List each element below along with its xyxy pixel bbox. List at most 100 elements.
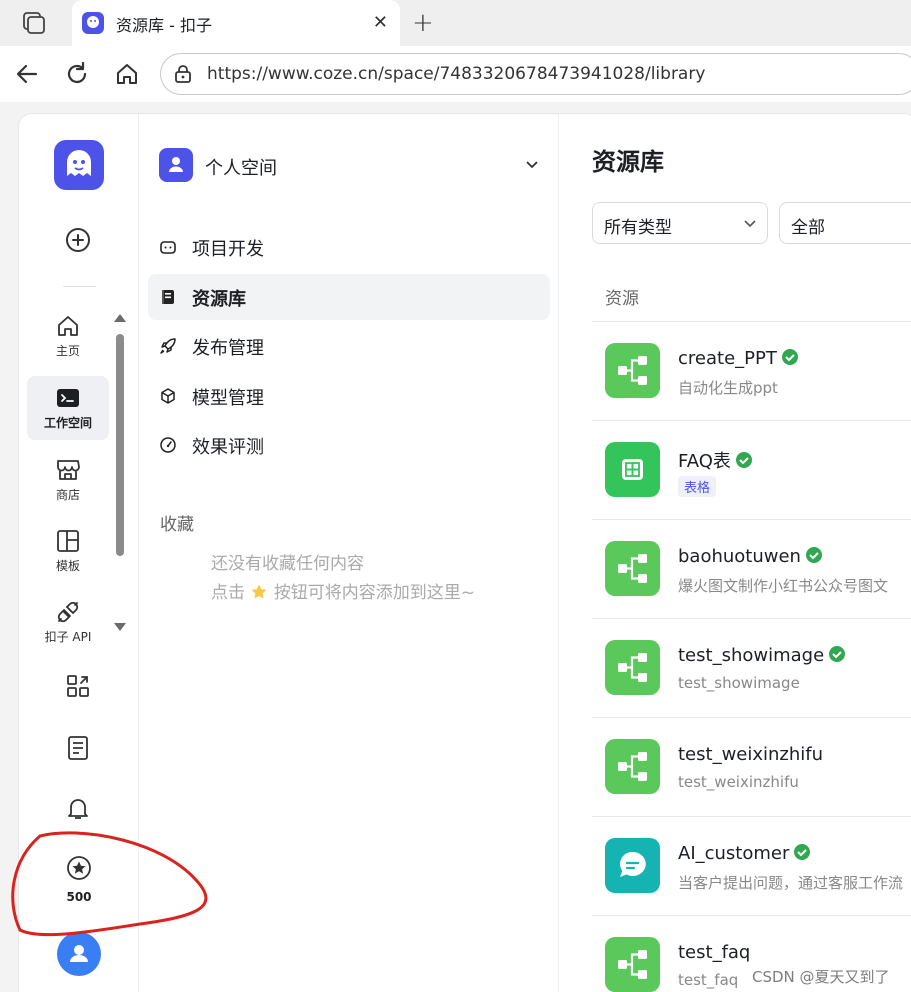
menu-item-publish[interactable]: 发布管理 — [148, 323, 550, 369]
menu-label: 项目开发 — [192, 239, 264, 260]
bell-icon[interactable] — [64, 794, 92, 822]
rail-item-home[interactable]: 主页 — [27, 304, 109, 368]
verified-check-icon — [794, 844, 811, 860]
reload-icon[interactable] — [64, 61, 90, 87]
resource-name: test_weixinzhifu — [678, 744, 823, 765]
resource-row[interactable]: test_weixinzhifu test_weixinzhifu — [592, 718, 911, 817]
back-icon[interactable] — [14, 61, 40, 87]
create-plus-icon[interactable] — [64, 226, 92, 254]
apps-grid-icon[interactable] — [64, 672, 92, 700]
scroll-up-arrow-icon[interactable] — [114, 314, 126, 322]
resource-name-text: test_weixinzhifu — [678, 744, 824, 765]
cube-icon — [161, 388, 175, 404]
chat-icon — [605, 838, 660, 893]
scope-filter-select[interactable]: 全部 — [779, 202, 911, 244]
resource-name: AI_customer — [678, 843, 811, 864]
table-icon — [605, 442, 660, 497]
menu-item-models[interactable]: 模型管理 — [148, 373, 550, 419]
page-title: 资源库 — [592, 148, 664, 176]
resource-row[interactable]: create_PPT 自动化生成ppt — [592, 322, 911, 421]
verified-check-icon — [781, 349, 798, 365]
resource-name-text: create_PPT — [678, 348, 777, 369]
resource-name: test_showimage — [678, 645, 846, 666]
rail-label: 工作空间 — [43, 416, 92, 430]
chevron-down-icon — [744, 220, 756, 228]
resource-description: 当客户提出问题，通过客服工作流 — [678, 874, 904, 892]
home-browser-icon[interactable] — [114, 61, 140, 87]
rail-item-store[interactable]: 商店 — [27, 448, 109, 512]
credits-count: 500 — [66, 890, 92, 904]
close-tab-icon[interactable]: ✕ — [373, 12, 388, 33]
resource-row[interactable]: FAQ表 表格 — [592, 421, 911, 520]
workflow-icon — [605, 937, 660, 992]
resource-name-text: AI_customer — [678, 843, 790, 864]
store-icon — [57, 460, 80, 480]
workspace-icon — [57, 389, 79, 407]
resource-row[interactable]: baohuotuwen 爆火图文制作小红书公众号图文 — [592, 520, 911, 619]
type-filter-select[interactable]: 所有类型 — [592, 202, 768, 244]
verified-check-icon — [735, 452, 752, 468]
menu-item-evaluation[interactable]: 效果评测 — [148, 422, 550, 468]
home-icon — [58, 316, 78, 336]
rail-label: 模板 — [55, 559, 80, 573]
menu-item-projects[interactable]: 项目开发 — [148, 224, 550, 270]
favorites-empty-suffix: 按钮可将内容添加到这里~ — [273, 583, 476, 603]
menu-label: 资源库 — [192, 289, 246, 310]
new-tab-icon[interactable]: + — [412, 8, 434, 38]
document-icon[interactable] — [64, 734, 92, 762]
rail-scrollbar-thumb[interactable] — [116, 334, 124, 556]
rail-label: 扣子 API — [44, 630, 92, 644]
resource-name: create_PPT — [678, 348, 799, 369]
workflow-icon — [605, 541, 660, 596]
coze-logo-icon[interactable] — [54, 140, 104, 190]
scope-filter-value: 全部 — [791, 218, 825, 238]
star-icon — [251, 584, 267, 599]
template-icon — [57, 530, 79, 552]
resource-row[interactable]: AI_customer 当客户提出问题，通过客服工作流 — [592, 817, 911, 916]
browser-tab-active[interactable]: 资源库 - 扣子 ✕ — [72, 0, 400, 46]
app-window: 主页 工作空间 商店 模板 扣子 API 500 个人空间 项目开发 资源库 发… — [18, 113, 911, 992]
resource-name-text: test_showimage — [678, 645, 825, 666]
workflow-icon — [605, 640, 660, 695]
resource-name-text: test_faq — [678, 942, 751, 963]
space-name: 个人空间 — [205, 158, 277, 179]
resource-description: test_faq — [678, 971, 739, 989]
verified-check-icon — [829, 646, 846, 662]
rail-item-templates[interactable]: 模板 — [27, 519, 109, 583]
column-header-resource: 资源 — [605, 289, 639, 309]
star-circle-icon — [67, 856, 91, 880]
resource-name: FAQ表 — [678, 447, 753, 473]
scroll-down-arrow-icon[interactable] — [114, 623, 126, 631]
resource-name: test_faq — [678, 942, 750, 963]
space-selector[interactable]: 个人空间 — [159, 148, 539, 182]
resource-name: baohuotuwen — [678, 546, 823, 567]
favorites-empty-prefix: 点击 — [211, 583, 245, 603]
lock-icon[interactable] — [173, 64, 193, 84]
menu-item-library[interactable]: 资源库 — [148, 274, 550, 320]
url-field[interactable]: https://www.coze.cn/space/74833206784739… — [160, 53, 911, 95]
robot-icon — [160, 241, 176, 254]
rail-label: 商店 — [55, 488, 80, 502]
tab-title: 资源库 - 扣子 — [116, 16, 212, 35]
menu-label: 效果评测 — [192, 437, 264, 458]
watermark-text: CSDN @夏天又到了 — [752, 968, 890, 986]
favorites-empty-message: 还没有收藏任何内容 点击 按钮可将内容添加到这里~ — [211, 550, 475, 608]
type-filter-value: 所有类型 — [604, 218, 672, 238]
url-text: https://www.coze.cn/space/74833206784739… — [207, 64, 706, 84]
resource-description: 爆火图文制作小红书公众号图文 — [678, 577, 889, 595]
user-avatar[interactable] — [57, 932, 101, 976]
workspaces-icon[interactable] — [18, 10, 48, 36]
resource-description: test_showimage — [678, 674, 800, 692]
favorites-empty-line1: 还没有收藏任何内容 — [211, 554, 364, 574]
rail-label: 主页 — [55, 344, 80, 358]
chevron-down-icon — [526, 161, 538, 169]
rail-item-workspace[interactable]: 工作空间 — [27, 376, 109, 440]
resource-description: test_weixinzhifu — [678, 773, 799, 791]
favorites-empty-line2: 点击 按钮可将内容添加到这里~ — [211, 579, 475, 608]
person-icon — [159, 148, 193, 182]
resource-row[interactable]: test_showimage test_showimage — [592, 619, 911, 718]
credits-badge[interactable]: 500 — [53, 854, 105, 904]
coze-favicon-icon — [82, 12, 104, 34]
rail-item-api[interactable]: 扣子 API — [27, 590, 109, 654]
workflow-icon — [605, 343, 660, 398]
